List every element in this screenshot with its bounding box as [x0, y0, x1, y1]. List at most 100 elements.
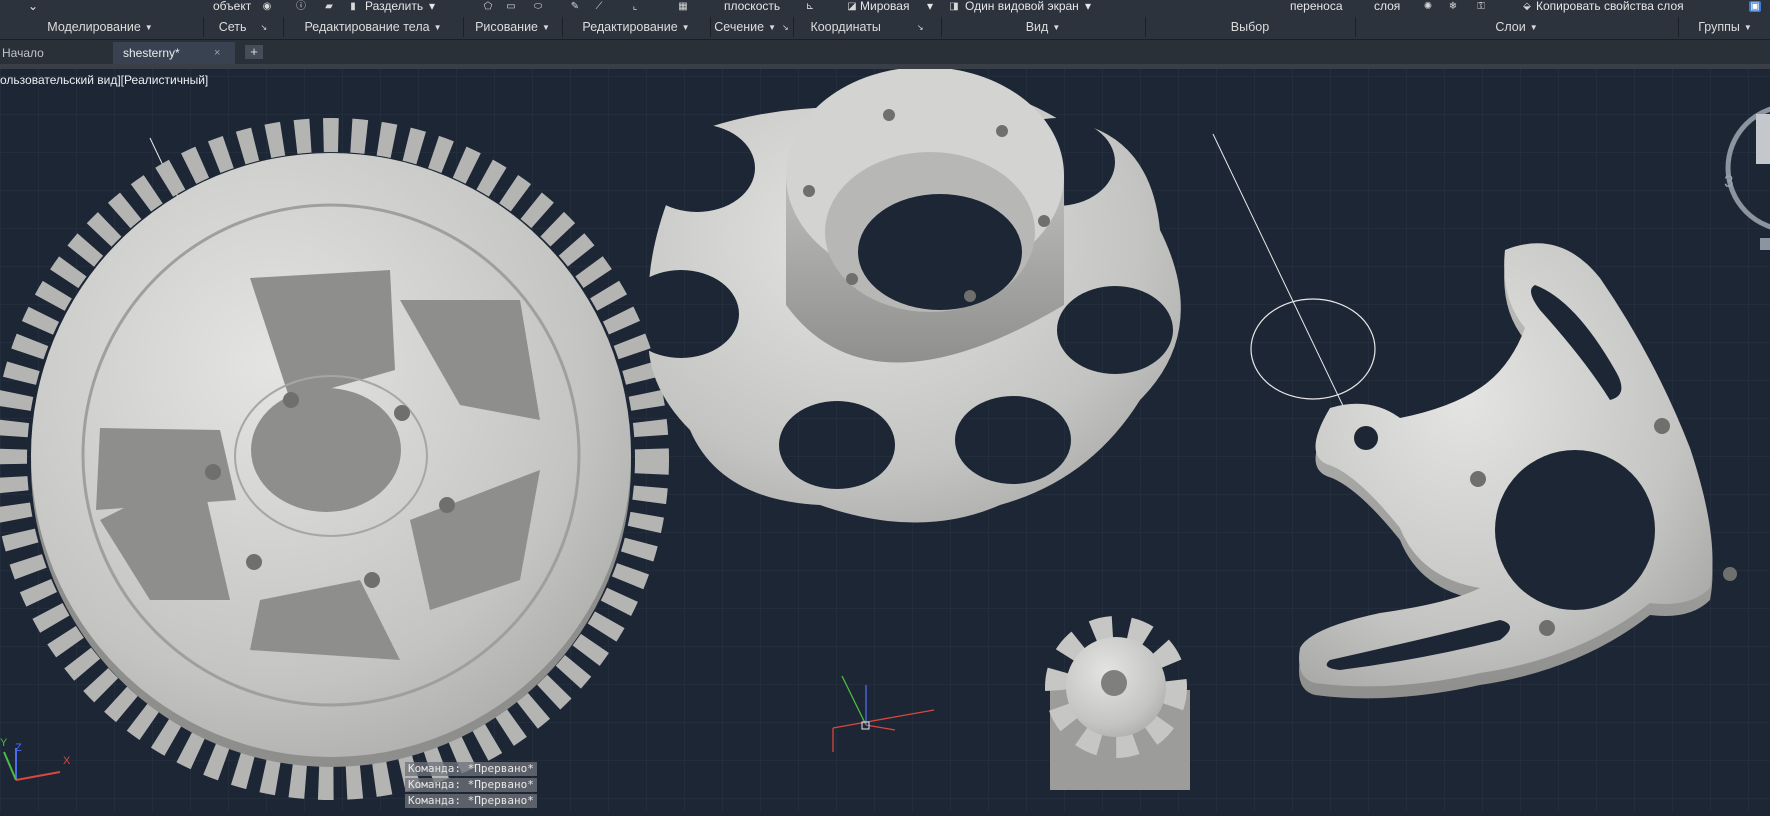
array-icon[interactable]: ▦ [677, 1, 689, 12]
bolt-hole [394, 405, 410, 421]
ribbon-object-label[interactable]: объект [213, 0, 251, 14]
command-history-line: Команда: *Прервано* [405, 778, 537, 792]
tab-drawing-shesterny[interactable]: shesterny* × [113, 42, 235, 64]
panel-launcher-icon: ↘ [916, 23, 924, 32]
split-icon[interactable]: ▮ [347, 1, 359, 12]
ribbon-modeling-flyout-arrow[interactable]: ⌄ [28, 0, 38, 14]
viewport-config-select[interactable]: Один видовой экран [965, 0, 1079, 14]
panel-modify[interactable]: Редактирование ▼ [564, 19, 708, 36]
pinion-bore [1101, 670, 1127, 696]
bolt-hole [1038, 215, 1050, 227]
copy-layer-properties-button[interactable]: Копировать свойства слоя [1536, 0, 1684, 14]
file-tab-bar: Начало shesterny* × [0, 40, 1770, 64]
bolt-hole [883, 109, 895, 121]
panel-section-label: Сечение [714, 20, 765, 34]
panel-separator [1145, 17, 1146, 37]
bolt-hole [439, 497, 455, 513]
panel-mesh[interactable]: Сеть ↘ [205, 19, 281, 36]
eraser-icon[interactable]: ▰ [323, 1, 335, 12]
panel-modeling-label: Моделирование [47, 20, 141, 34]
section-plane-button[interactable]: плоскость [724, 0, 780, 14]
panel-modeling[interactable]: Моделирование ▼ [0, 19, 200, 36]
panel-draw[interactable]: Рисование ▼ [465, 19, 560, 36]
large-spur-gear-solid[interactable] [0, 118, 669, 800]
bolt-hole [996, 125, 1008, 137]
panel-separator [710, 17, 711, 37]
panel-separator [1355, 17, 1356, 37]
drawing-viewport[interactable]: Z X Y [0, 67, 1770, 811]
panel-dropdown-arrow: ▼ [144, 23, 153, 32]
panel-selection-label: Выбор [1230, 20, 1270, 34]
solid-info-icon[interactable]: ⓘ [295, 1, 307, 12]
panel-dropdown-arrow: ▼ [542, 23, 550, 32]
fillet-icon[interactable]: ⌞ [629, 1, 641, 12]
ucs-world-dropdown-arrow[interactable]: ▾ [927, 0, 933, 14]
panel-separator [283, 17, 284, 37]
bolt-hole [964, 290, 976, 302]
bolt-hole [1470, 471, 1486, 487]
panel-groups-label: Группы [1698, 20, 1740, 34]
bolt-hole [1654, 418, 1670, 434]
panel-dropdown-arrow: ▼ [1743, 23, 1752, 32]
layer-lock-icon[interactable]: ⚿ [1475, 1, 1487, 12]
tab-drawing-label: shesterny* [123, 46, 180, 60]
viewport-controls-label[interactable]: ользовательский вид][Реалистичный] [0, 73, 208, 87]
gear-body [31, 153, 631, 757]
panel-section[interactable]: Сечение ▼ ↘ [712, 19, 791, 36]
panel-separator [463, 17, 464, 37]
bracket-bore [1495, 450, 1655, 610]
panel-coordinates-label: Координаты [810, 20, 881, 34]
panel-modify-label: Редактирование [582, 20, 678, 34]
layer-sun-icon[interactable]: ✺ [1422, 1, 1434, 12]
model-space-canvas[interactable]: Z X Y [0, 67, 1770, 811]
bolt-hole [1539, 620, 1555, 636]
panel-groups[interactable]: Группы ▼ [1680, 19, 1770, 36]
split-button[interactable]: Разделить [365, 0, 423, 14]
tab-start[interactable]: Начало [0, 42, 114, 64]
panel-selection[interactable]: Выбор [1147, 19, 1353, 36]
polygon-icon[interactable]: ⬠ [482, 1, 494, 12]
group-icon[interactable]: ▣ [1749, 1, 1761, 12]
viewcube-face [1756, 114, 1770, 164]
trim-icon[interactable]: ✎ [569, 1, 581, 12]
panel-separator [1678, 17, 1679, 37]
command-history-line: Команда: *Прервано* [405, 794, 537, 808]
ucs-icon[interactable]: ⊾ [804, 1, 816, 12]
layer-label[interactable]: слоя [1374, 0, 1400, 14]
ellipse-icon[interactable]: ⬭ [532, 1, 544, 12]
panel-dropdown-arrow: ▼ [433, 23, 442, 32]
panel-dropdown-arrow: ▼ [1529, 23, 1538, 32]
bolt-hole [1354, 426, 1378, 450]
viewcube-menu-button[interactable] [1760, 238, 1770, 250]
viewport-config-dropdown-arrow[interactable]: ▾ [1085, 0, 1091, 14]
panel-layers[interactable]: Слои ▼ [1357, 19, 1676, 36]
ucs-world-icon[interactable]: ◪ [846, 1, 858, 12]
panel-view-label: Вид [1025, 20, 1049, 34]
panel-separator [941, 17, 942, 37]
bolt-hole [364, 572, 380, 588]
extend-icon[interactable]: ⟋ [593, 1, 605, 12]
panel-solid-editing[interactable]: Редактирование тела ▼ [285, 19, 461, 36]
new-tab-button[interactable]: + [245, 45, 263, 59]
bolt-hole [283, 392, 299, 408]
selection-transfer-label[interactable]: переноса [1290, 0, 1343, 14]
close-icon[interactable]: × [214, 42, 220, 64]
panel-separator [203, 17, 204, 37]
panel-view[interactable]: Вид ▼ [943, 19, 1143, 36]
pinion-gear-solid[interactable] [1045, 616, 1190, 790]
match-layer-icon[interactable]: ⬙ [1521, 1, 1533, 12]
rectangle-icon[interactable]: ▭ [505, 1, 517, 12]
split-dropdown-arrow[interactable]: ▾ [429, 0, 435, 14]
bolt-hole [205, 464, 221, 480]
panel-mesh-label: Сеть [218, 20, 247, 34]
layer-freeze-icon[interactable]: ❄ [1447, 1, 1459, 12]
bolt-hole [803, 185, 815, 197]
panel-draw-label: Рисование [475, 20, 539, 34]
viewport-config-icon[interactable]: ◨ [948, 1, 960, 12]
mesh-smooth-icon[interactable]: ◉ [261, 1, 273, 12]
panel-coordinates[interactable]: Координаты ↘ [795, 19, 939, 36]
panel-launcher-icon: ↘ [260, 23, 268, 32]
bolt-hole [846, 273, 858, 285]
ucs-world-select[interactable]: Мировая [860, 0, 909, 14]
panel-dropdown-arrow: ▼ [681, 23, 690, 32]
